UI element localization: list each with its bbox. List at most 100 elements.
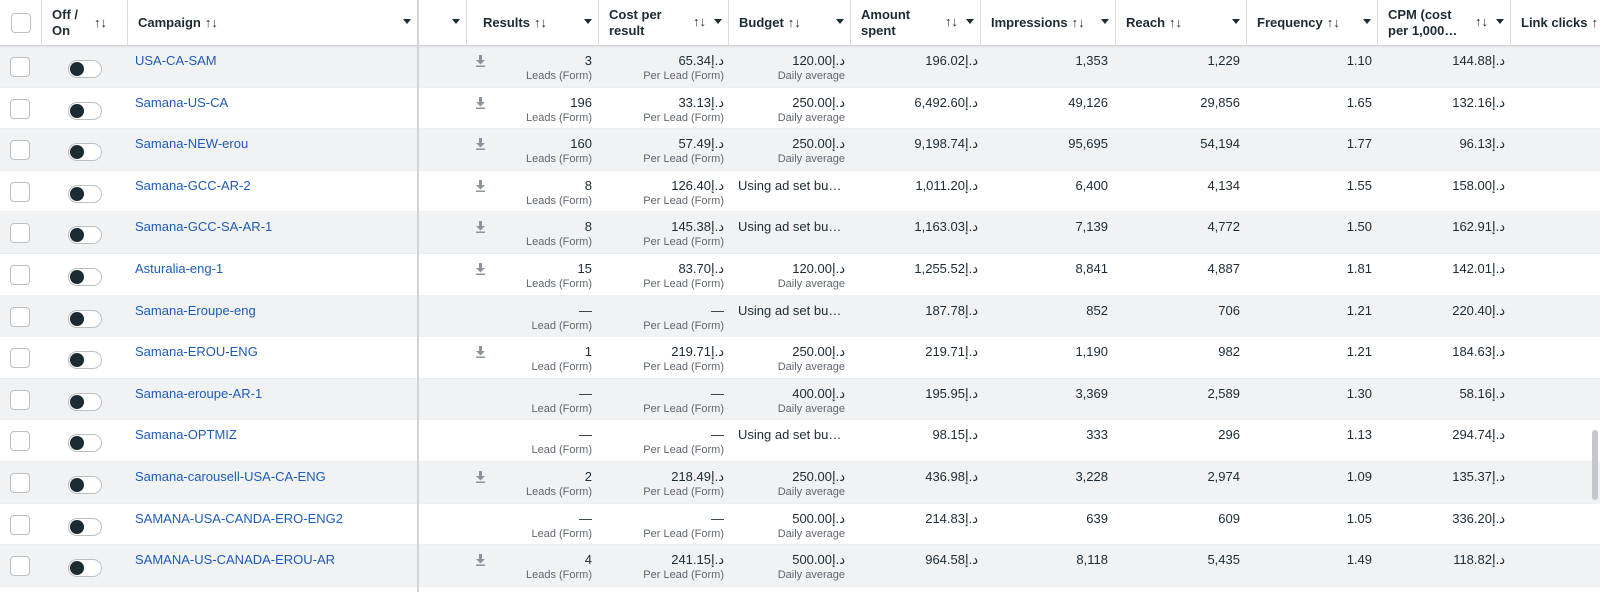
table-row[interactable]: Asturalia-eng-1 15 Leads (Form) 83.70د.إ Per… — [0, 254, 1600, 296]
col-campaign[interactable]: Campaign ↑↓ — [128, 0, 418, 46]
campaign-toggle[interactable] — [68, 351, 102, 370]
frequency-value: 1.81 — [1346, 261, 1372, 276]
table-row[interactable]: Samana-US-CA 196 Leads (Form) 33.13د.إ Per L… — [0, 87, 1600, 130]
campaign-toggle[interactable] — [68, 517, 102, 536]
table-row[interactable]: Samana-carousell-USA-CA-ENG 2 Leads (Form)… — [0, 462, 1600, 504]
campaign-name-link[interactable]: Samana-NEW-erou — [135, 136, 248, 151]
col-frequency[interactable]: Frequency ↑↓ — [1247, 0, 1378, 46]
cost-value: 145.38د.إ — [671, 219, 724, 235]
col-reach[interactable]: Reach ↑↓ — [1116, 0, 1247, 46]
campaign-toggle[interactable] — [68, 559, 102, 578]
amount-spent-cell: 195.95د.إ — [860, 379, 978, 420]
cpm-value: 135.37د.إ — [1452, 469, 1505, 484]
table-row[interactable]: Samana-eroupe-AR-1— Lead (Form) — Per Lead … — [0, 378, 1600, 421]
campaign-name-link[interactable]: USA-CA-SAM — [135, 53, 217, 68]
results-cell: — Lead (Form) — [480, 296, 592, 337]
sort-icon[interactable]: ↑↓ — [94, 15, 107, 31]
campaign-toggle[interactable] — [68, 101, 102, 120]
row-checkbox[interactable] — [10, 306, 30, 327]
col-budget[interactable]: Budget ↑↓ — [729, 0, 851, 46]
col-results[interactable]: Results ↑↓ — [467, 0, 599, 46]
chevron-down-icon[interactable] — [966, 19, 974, 24]
sort-icon[interactable]: ↑↓ — [534, 15, 547, 31]
chevron-down-icon[interactable] — [1232, 19, 1240, 24]
chevron-down-icon[interactable] — [714, 19, 722, 24]
table-row[interactable]: USA-CA-SAM 3 Leads (Form) 65.34د.إ Per Lead … — [0, 46, 1600, 88]
table-row[interactable]: Samana-NEW-erou 160 Leads (Form) 57.49د.إ Pe… — [0, 129, 1600, 171]
chevron-down-icon[interactable] — [1363, 19, 1371, 24]
row-checkbox[interactable] — [10, 514, 30, 535]
campaign-name-link[interactable]: Samana-carousell-USA-CA-ENG — [135, 469, 326, 484]
campaign-toggle[interactable] — [68, 268, 102, 286]
campaign-name-link[interactable]: Samana-US-CA — [135, 95, 228, 110]
chevron-down-icon[interactable] — [403, 19, 411, 24]
row-checkbox[interactable] — [10, 140, 30, 161]
amount-spent-value: 98.15د.إ — [932, 427, 978, 443]
col-amount-spent[interactable]: Amount spent ↑↓ — [851, 0, 981, 46]
campaign-toggle[interactable] — [68, 143, 102, 162]
row-select-cell — [10, 462, 32, 503]
campaign-name-link[interactable]: Samana-GCC-AR-2 — [135, 178, 251, 193]
campaign-toggle[interactable] — [68, 476, 102, 494]
campaign-toggle[interactable] — [68, 226, 102, 245]
sort-icon[interactable]: ↑↓ — [1327, 15, 1340, 31]
campaign-toggle[interactable] — [68, 184, 102, 203]
chevron-down-icon[interactable] — [1496, 19, 1504, 24]
amount-spent-value: 214.83د.إ — [925, 510, 978, 526]
campaign-name-link[interactable]: Samana-eroupe-AR-1 — [135, 386, 262, 401]
vertical-scrollbar[interactable] — [1592, 430, 1598, 500]
campaign-name-link[interactable]: Samana-GCC-SA-AR-1 — [135, 219, 272, 234]
table-row[interactable]: Samana-GCC-AR-2 8 Leads (Form) 126.40د.إ Per… — [0, 170, 1600, 213]
sort-icon[interactable]: ↑↓ — [693, 14, 706, 30]
col-impressions-label: Impressions — [991, 15, 1068, 30]
col-off-on[interactable]: Off / On ↑↓ — [42, 0, 128, 46]
row-checkbox[interactable] — [10, 431, 30, 452]
cost-per-result-cell: 241.15د.إ Per Lead (Form) — [612, 545, 724, 586]
reach-value: 2,974 — [1207, 469, 1240, 484]
campaign-toggle[interactable] — [68, 60, 102, 78]
row-checkbox[interactable] — [10, 473, 30, 493]
table-row[interactable]: SAMANA-USA-CANDA-ERO-ENG2— Lead (Form) — Pe… — [0, 503, 1600, 546]
campaign-toggle[interactable] — [68, 309, 102, 328]
sort-icon[interactable]: ↑↓ — [1072, 15, 1085, 31]
campaign-toggle[interactable] — [68, 392, 102, 411]
col-link-clicks[interactable]: Link clicks ↑↓ — [1511, 0, 1600, 46]
sort-icon[interactable]: ↑↓ — [205, 15, 218, 31]
select-all-checkbox[interactable] — [10, 13, 31, 33]
reach-cell: 706 — [1125, 296, 1240, 337]
sort-icon[interactable]: ↑↓ — [945, 14, 958, 30]
chevron-down-icon[interactable] — [584, 19, 592, 24]
row-checkbox[interactable] — [10, 223, 30, 244]
row-checkbox[interactable] — [10, 556, 30, 577]
table-row[interactable]: Samana-EROU-ENG 1 Lead (Form) 219.71د.إ Per … — [0, 337, 1600, 379]
campaign-name-link[interactable]: Asturalia-eng-1 — [135, 261, 223, 276]
row-checkbox[interactable] — [10, 57, 30, 77]
col-impressions[interactable]: Impressions ↑↓ — [981, 0, 1116, 46]
row-checkbox[interactable] — [10, 389, 30, 410]
row-checkbox[interactable] — [10, 348, 30, 369]
row-checkbox[interactable] — [10, 265, 30, 285]
col-cpm[interactable]: CPM (cost per 1,000… ↑↓ — [1378, 0, 1511, 46]
chevron-down-icon[interactable] — [452, 19, 460, 24]
table-row[interactable]: SAMANA-US-CANADA-EROU-AR 4 Leads (Form) 241… — [0, 545, 1600, 587]
campaign-name-link[interactable]: Samana-OPTMIZ — [135, 427, 237, 442]
sort-icon[interactable]: ↑↓ — [1591, 15, 1600, 31]
campaign-name-link[interactable]: Samana-EROU-ENG — [135, 344, 258, 359]
table-row[interactable]: Samana-OPTMIZ — Lead (Form) — Per Lead (Form… — [0, 420, 1600, 462]
row-checkbox[interactable] — [10, 98, 30, 119]
chevron-down-icon[interactable] — [836, 19, 844, 24]
frozen-column-divider — [417, 0, 419, 592]
campaign-name-link[interactable]: Samana-Eroupe-eng — [135, 303, 256, 318]
col-cost-per-result[interactable]: Cost per result ↑↓ — [599, 0, 729, 46]
table-row[interactable]: Samana-Eroupe-eng — Lead (Form) — Per Lead (… — [0, 295, 1600, 338]
results-cell: 8 Leads (Form) — [480, 212, 592, 253]
table-row[interactable]: Samana-GCC-SA-AR-1 8 Leads (Form) 145.38د.إ… — [0, 212, 1600, 254]
sort-icon[interactable]: ↑↓ — [1475, 14, 1488, 30]
campaign-toggle[interactable] — [68, 434, 102, 453]
row-checkbox[interactable] — [10, 181, 30, 202]
sort-icon[interactable]: ↑↓ — [788, 15, 801, 31]
chevron-down-icon[interactable] — [1101, 19, 1109, 24]
campaign-name-link[interactable]: SAMANA-USA-CANDA-ERO-ENG2 — [135, 511, 343, 526]
sort-icon[interactable]: ↑↓ — [1169, 15, 1182, 31]
campaign-name-link[interactable]: SAMANA-US-CANADA-EROU-AR — [135, 552, 335, 567]
